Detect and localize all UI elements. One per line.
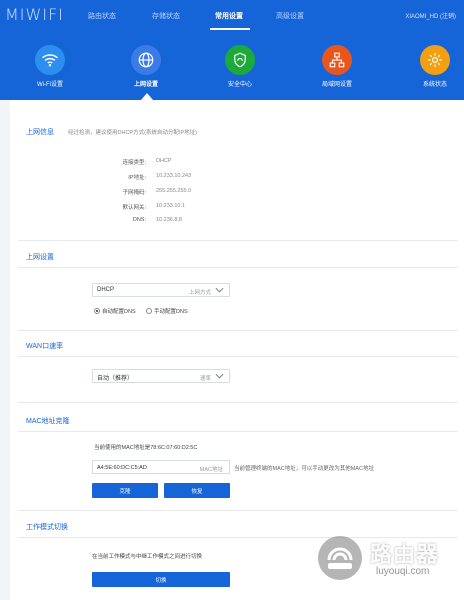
watermark-title: 路由器: [370, 542, 440, 567]
user-logout[interactable]: XIAOMI_HD (注销): [405, 11, 456, 20]
tab-lan-settings[interactable]: 局域网设置: [307, 45, 367, 88]
section-title-work-mode: 工作模式切换: [26, 524, 68, 531]
info-label-subnet: 子网掩码:: [122, 190, 146, 196]
network-icon: [322, 45, 352, 75]
dns-auto-radio[interactable]: 自动配置DNS: [94, 307, 136, 315]
tab-internet-settings[interactable]: 上网设置: [116, 45, 176, 88]
watermark-subtitle: luyouqi.com: [376, 566, 430, 577]
wan-speed-value: 自动（推荐）: [97, 376, 134, 382]
radio-checked-icon: [94, 308, 100, 314]
tab-system-status[interactable]: 系统状态: [405, 45, 464, 88]
tab-internet-label: 上网设置: [133, 82, 158, 88]
restore-button[interactable]: 恢复: [164, 483, 230, 498]
mac-address-value: A4:5E:60:DC:C5:AD: [97, 464, 147, 471]
info-label-ip: IP地址:: [128, 175, 146, 181]
switch-mode-button[interactable]: 切换: [92, 572, 230, 587]
info-label-conn-type: 连接类型:: [122, 160, 146, 166]
internet-mode-select[interactable]: DHCP 上网方式: [92, 283, 230, 297]
info-label-dns: DNS:: [132, 217, 146, 223]
main-nav: 路由状态 存储状态 常用设置 高级设置 XIAOMI_HD (注销): [0, 0, 464, 30]
nav-storage-status[interactable]: 存储状态: [152, 11, 180, 21]
clone-button[interactable]: 克隆: [92, 483, 158, 498]
nav-advanced-settings[interactable]: 高级设置: [276, 11, 304, 21]
divider: [18, 402, 458, 403]
active-tab-caret: [141, 93, 153, 100]
watermark-logo-icon: [318, 536, 362, 580]
top-header: MIWIFI 路由状态 存储状态 常用设置 高级设置 XIAOMI_HD (注销…: [0, 0, 464, 100]
shield-icon: [225, 45, 255, 75]
info-value-ip: 10.233.10.243: [156, 173, 192, 179]
globe-icon: [131, 45, 161, 75]
section-title-mac-clone: MAC地址克隆: [26, 418, 70, 425]
dns-auto-label: 自动配置DNS: [102, 309, 136, 315]
internet-mode-hint: 上网方式: [188, 289, 211, 296]
wifi-icon: [35, 45, 65, 75]
section-title-internet-info: 上网信息: [26, 129, 54, 136]
wan-speed-hint: 速率: [199, 375, 211, 382]
gear-icon: [420, 45, 450, 75]
nav-active-indicator: [210, 28, 250, 30]
tab-wifi-label: Wi-Fi设置: [37, 82, 63, 88]
tab-security-label: 安全中心: [227, 82, 252, 88]
watermark: 路由器 luyouqi.com: [318, 534, 458, 584]
radio-unchecked-icon: [146, 308, 152, 314]
info-label-gateway: 默认网关:: [122, 205, 146, 211]
wan-speed-select[interactable]: 自动（推荐） 速率: [92, 369, 230, 383]
info-value-gateway: 10.233.10.1: [156, 203, 186, 209]
section-title-internet-settings: 上网设置: [26, 254, 54, 261]
dns-manual-label: 手动配置DNS: [154, 309, 188, 315]
divider: [18, 510, 458, 511]
chevron-down-icon: [215, 287, 224, 293]
dns-manual-radio[interactable]: 手动配置DNS: [146, 307, 188, 315]
current-mac-text: 当前使用的MAC地址是78:6C:07:60:D2:5C: [94, 445, 198, 451]
chevron-down-icon: [215, 373, 224, 379]
mac-address-input[interactable]: A4:5E:60:DC:C5:AD MAC地址: [92, 460, 230, 474]
divider: [18, 267, 458, 268]
info-value-dns: 10.236.8.8: [156, 217, 182, 223]
settings-panel: 上网信息 经过检测，建议使用DHCP方式(系统自动分配IP地址) 连接类型: D…: [10, 100, 464, 600]
mac-note: 当前管理终端的MAC地址，可以手动更改为其他MAC地址: [234, 466, 374, 472]
work-mode-text: 在当前工作模式与中继工作模式之间进行切换: [92, 554, 203, 560]
divider: [18, 330, 458, 331]
tab-lan-label: 局域网设置: [321, 82, 352, 88]
tab-wifi-settings[interactable]: Wi-Fi设置: [20, 45, 80, 88]
internet-info-hint: 经过检测，建议使用DHCP方式(系统自动分配IP地址): [68, 130, 197, 136]
divider: [18, 431, 458, 432]
mac-address-hint: MAC地址: [199, 466, 223, 473]
divider: [18, 356, 458, 357]
tab-security-center[interactable]: 安全中心: [210, 45, 270, 88]
internet-mode-value: DHCP: [97, 287, 115, 293]
info-value-subnet: 255.255.255.0: [156, 188, 192, 194]
divider: [18, 240, 458, 241]
nav-router-status[interactable]: 路由状态: [88, 11, 116, 21]
nav-common-settings[interactable]: 常用设置: [215, 11, 243, 21]
section-title-wan: WAN口速率: [26, 343, 64, 350]
tab-system-label: 系统状态: [422, 82, 447, 88]
info-value-conn-type: DHCP: [156, 158, 172, 164]
